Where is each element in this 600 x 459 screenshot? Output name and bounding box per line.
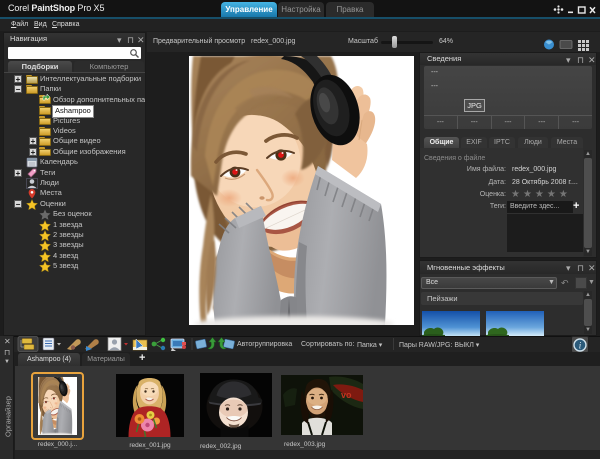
svg-text:vo: vo (341, 390, 352, 400)
